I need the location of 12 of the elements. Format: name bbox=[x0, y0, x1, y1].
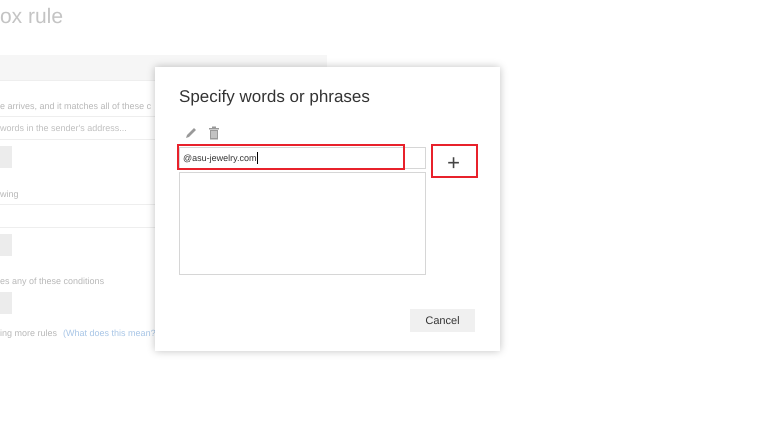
exception-text: es any of these conditions bbox=[0, 276, 106, 286]
delete-icon[interactable] bbox=[208, 126, 220, 140]
add-button[interactable]: + bbox=[431, 147, 476, 179]
stop-processing-text: ing more rules bbox=[0, 328, 58, 338]
edit-icon[interactable] bbox=[184, 126, 198, 140]
condition-text: e arrives, and it matches all of these c bbox=[0, 101, 152, 111]
dialog-title: Specify words or phrases bbox=[179, 87, 371, 108]
action-text: wing bbox=[0, 189, 20, 199]
cancel-button[interactable]: Cancel bbox=[410, 309, 475, 332]
phrase-input[interactable]: @asu-jewelry.com bbox=[179, 147, 426, 169]
phrase-list[interactable] bbox=[179, 172, 426, 275]
page-title: ox rule bbox=[0, 4, 64, 30]
